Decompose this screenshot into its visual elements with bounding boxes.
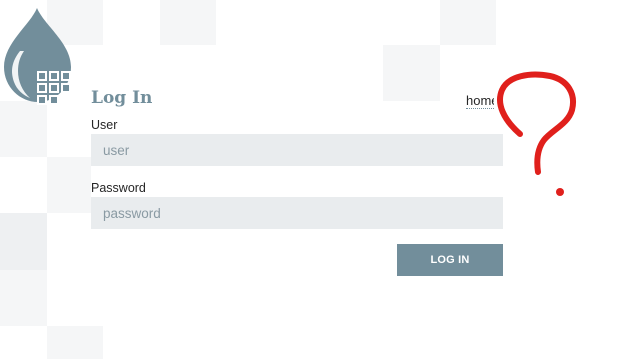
password-input[interactable] [91, 197, 503, 229]
page-title: Log In [91, 88, 153, 108]
water-drop-logo-icon [4, 8, 71, 105]
login-button[interactable]: LOG IN [397, 244, 503, 276]
home-link[interactable]: home [466, 93, 494, 109]
user-label: User [91, 118, 118, 132]
login-page: Log In home User Password LOG IN [0, 0, 620, 359]
user-input[interactable] [91, 134, 503, 166]
question-mark-annotation-icon [497, 71, 576, 196]
password-label: Password [91, 181, 146, 195]
